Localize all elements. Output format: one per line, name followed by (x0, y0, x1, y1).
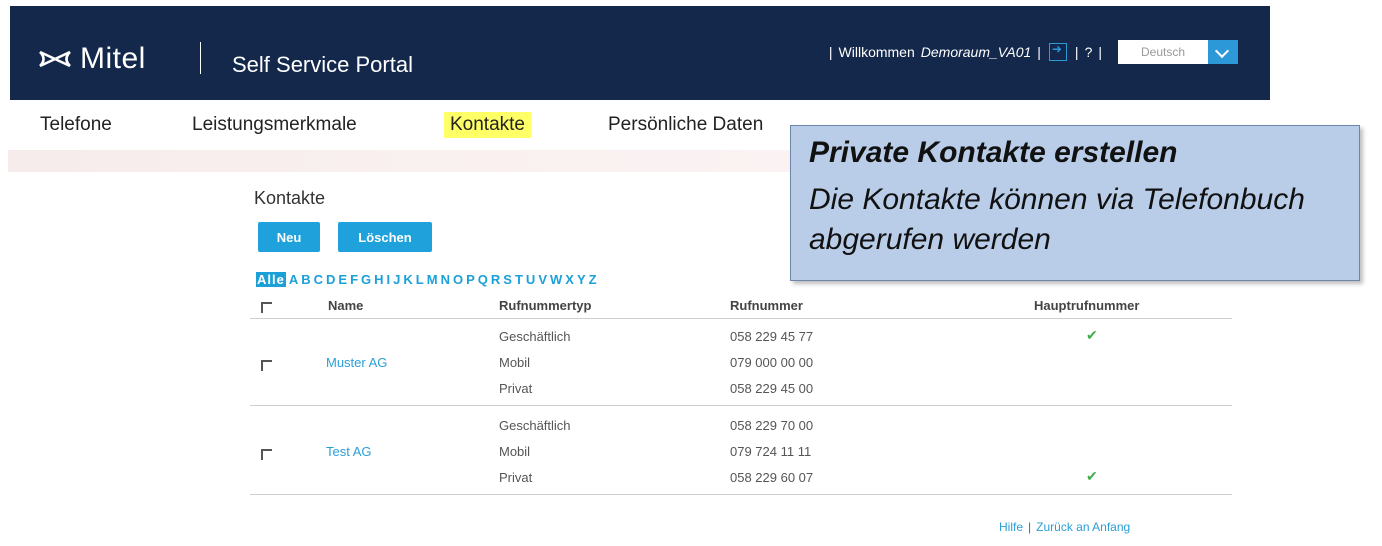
filter-letter-a[interactable]: A (289, 272, 299, 287)
filter-letter-c[interactable]: C (314, 272, 324, 287)
nav-item-persoenliche-daten[interactable]: Persönliche Daten (602, 112, 769, 138)
annotation-callout: Private Kontakte erstellen Die Kontakte … (790, 125, 1360, 281)
row-checkbox[interactable] (261, 360, 272, 371)
filter-letter-y[interactable]: Y (577, 272, 587, 287)
filter-letter-h[interactable]: H (374, 272, 384, 287)
header-divider (200, 42, 201, 74)
filter-letter-u[interactable]: U (526, 272, 536, 287)
welcome-label: Willkommen (838, 44, 915, 60)
column-header-number: Rufnummer (730, 298, 803, 313)
back-to-start-link[interactable]: Zurück an Anfang (1036, 520, 1130, 534)
filter-letter-e[interactable]: E (338, 272, 348, 287)
filter-letter-x[interactable]: X (565, 272, 575, 287)
number-type: Privat (499, 381, 533, 396)
user-name: Demoraum_VA01 (920, 44, 1032, 60)
filter-letter-z[interactable]: Z (589, 272, 598, 287)
filter-letter-f[interactable]: F (350, 272, 359, 287)
brand-name: Mitel (80, 42, 146, 75)
alphabet-filter: Alle ABCDEFGHIJKLMNOPQRSTUVWXYZ (256, 272, 600, 287)
filter-letter-g[interactable]: G (361, 272, 372, 287)
contact-name-link[interactable]: Test AG (326, 444, 372, 459)
main-number-check-icon: ✔ (1086, 468, 1098, 484)
filter-letter-s[interactable]: S (503, 272, 513, 287)
main-number-check-icon: ✔ (1086, 327, 1098, 343)
phone-number: 058 229 45 77 (730, 329, 814, 344)
mitel-logo[interactable]: Mitel (38, 42, 146, 76)
filter-letter-k[interactable]: K (403, 272, 413, 287)
number-type: Privat (499, 470, 533, 485)
footer-links: Hilfe | Zurück an Anfang (999, 520, 1131, 534)
new-button[interactable]: Neu (258, 222, 320, 252)
nav-item-kontakte[interactable]: Kontakte (444, 112, 531, 138)
number-type: Geschäftlich (499, 329, 571, 344)
page-title: Kontakte (254, 188, 326, 208)
phone-number: 058 229 60 07 (730, 470, 814, 485)
mitel-logo-icon (39, 50, 71, 68)
nav-item-telefone[interactable]: Telefone (34, 112, 118, 138)
phone-number: 079 724 11 11 (730, 444, 812, 459)
filter-letter-m[interactable]: M (427, 272, 439, 287)
portal-title: Self Service Portal (232, 52, 413, 77)
filter-letter-j[interactable]: J (393, 272, 401, 287)
chevron-down-icon[interactable] (1208, 40, 1238, 64)
row-divider (250, 405, 1232, 406)
phone-number: 058 229 70 00 (730, 418, 814, 433)
filter-letter-o[interactable]: O (453, 272, 464, 287)
filter-letter-v[interactable]: V (538, 272, 548, 287)
filter-letter-l[interactable]: L (416, 272, 425, 287)
filter-letter-n[interactable]: N (441, 272, 451, 287)
contact-name-link[interactable]: Muster AG (326, 355, 387, 370)
number-type: Geschäftlich (499, 418, 571, 433)
phone-number: 079 000 00 00 (730, 355, 814, 370)
filter-letter-p[interactable]: P (466, 272, 476, 287)
column-header-main: Hauptrufnummer (1034, 298, 1140, 313)
select-all-checkbox[interactable] (261, 302, 272, 313)
nav-item-leistungsmerkmale[interactable]: Leistungsmerkmale (186, 112, 363, 138)
filter-letter-r[interactable]: R (491, 272, 501, 287)
column-header-name: Name (328, 298, 364, 313)
nav-underline-strip (8, 150, 798, 172)
number-type: Mobil (499, 355, 531, 370)
filter-letter-d[interactable]: D (326, 272, 336, 287)
delete-button[interactable]: Löschen (338, 222, 432, 252)
row-checkbox[interactable] (261, 449, 272, 460)
row-divider (250, 494, 1232, 495)
language-value[interactable]: Deutsch (1118, 40, 1208, 64)
logout-icon[interactable] (1048, 42, 1067, 61)
callout-title: Private Kontakte erstellen (809, 136, 1178, 169)
language-select[interactable]: Deutsch (1118, 40, 1238, 64)
filter-letter-i[interactable]: I (387, 272, 392, 287)
top-header: Mitel Self Service Portal | Willkommen D… (10, 6, 1270, 100)
phone-number: 058 229 45 00 (730, 381, 814, 396)
callout-text: Die Kontakte können via Telefonbuch abge… (809, 183, 1305, 256)
help-footer-link[interactable]: Hilfe (999, 520, 1023, 534)
help-link[interactable]: ? (1085, 44, 1093, 60)
number-type: Mobil (499, 444, 531, 459)
filter-letter-t[interactable]: T (515, 272, 524, 287)
filter-all[interactable]: Alle (256, 272, 286, 287)
column-header-type: Rufnummertyp (499, 298, 592, 313)
filter-letter-b[interactable]: B (301, 272, 311, 287)
filter-letter-w[interactable]: W (550, 272, 563, 287)
user-bar: | Willkommen Demoraum_VA01 | | ? | Deuts… (823, 40, 1238, 64)
filter-letter-q[interactable]: Q (478, 272, 489, 287)
header-divider-line (250, 318, 1232, 319)
